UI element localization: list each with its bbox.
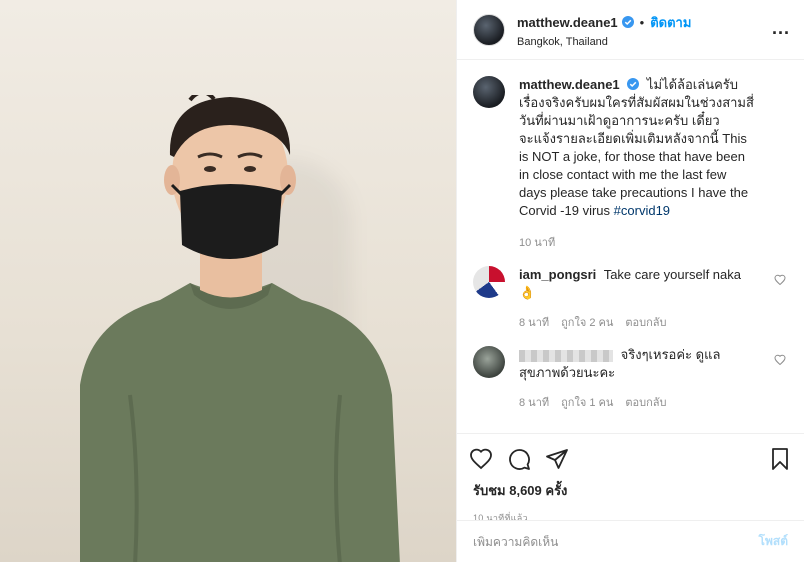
like-comment-heart-icon[interactable] (774, 354, 786, 366)
comment-body: จริงๆเหรอค่ะ ดูแลสุขภาพด้วยนะคะ 8 นาที ถ… (519, 346, 755, 412)
comment-likes[interactable]: ถูกใจ 1 คน (561, 394, 613, 412)
blurred-username (519, 349, 613, 362)
comment-avatar[interactable] (473, 266, 505, 298)
add-comment-bar: โพสต์ (457, 520, 804, 562)
caption-body: matthew.deane1 ไม่ได้ล้อเล่นครับ เรื่องจ… (519, 76, 755, 252)
post-comment-button[interactable]: โพสต์ (759, 532, 788, 551)
author-row: matthew.deane1 • ติดตาม (517, 12, 691, 33)
comment-avatar[interactable] (473, 346, 505, 378)
like-comment-heart-icon[interactable] (774, 274, 786, 286)
add-comment-input[interactable] (473, 534, 759, 549)
share-paper-plane-icon[interactable] (545, 447, 569, 471)
comment-time[interactable]: 8 นาที (519, 314, 549, 332)
comments-section[interactable]: matthew.deane1 ไม่ได้ล้อเล่นครับ เรื่องจ… (457, 60, 804, 434)
save-bookmark-icon[interactable] (768, 447, 792, 471)
caption-username[interactable]: matthew.deane1 (519, 77, 620, 92)
author-info: matthew.deane1 • ติดตาม Bangkok, Thailan… (517, 12, 691, 48)
person-photo (80, 95, 400, 562)
comment-item: จริงๆเหรอค่ะ ดูแลสุขภาพด้วยนะคะ 8 นาที ถ… (473, 346, 788, 412)
author-avatar[interactable] (473, 13, 505, 46)
caption-verified-icon (627, 78, 640, 90)
comment-item: iam_pongsri Take care yourself naka👌 8 น… (473, 266, 788, 332)
post-location[interactable]: Bangkok, Thailand (517, 36, 691, 48)
post-details-panel: matthew.deane1 • ติดตาม Bangkok, Thailan… (456, 0, 804, 562)
comment-body: iam_pongsri Take care yourself naka👌 8 น… (519, 266, 755, 332)
comment-meta: 8 นาที ถูกใจ 2 คน ตอบกลับ (519, 314, 755, 332)
comment-username[interactable]: iam_pongsri (519, 267, 596, 282)
comment-bubble-icon[interactable] (507, 447, 531, 471)
separator-dot: • (639, 14, 645, 30)
reply-button[interactable]: ตอบกลับ (625, 314, 666, 332)
comment-time[interactable]: 8 นาที (519, 394, 549, 412)
comment-likes[interactable]: ถูกใจ 2 คน (561, 314, 613, 332)
comment-meta: 8 นาที ถูกใจ 1 คน ตอบกลับ (519, 394, 755, 412)
like-heart-icon[interactable] (469, 447, 493, 471)
reply-button[interactable]: ตอบกลับ (625, 394, 666, 412)
caption-time[interactable]: 10 นาที (519, 234, 555, 252)
caption-text: ไม่ได้ล้อเล่นครับ เรื่องจริงครับผมใครที่… (519, 77, 754, 218)
author-username[interactable]: matthew.deane1 (517, 15, 618, 30)
post-media[interactable] (0, 0, 456, 562)
more-options-icon[interactable]: ... (772, 18, 790, 39)
follow-button[interactable]: ติดตาม (650, 12, 691, 33)
verified-badge-icon (621, 16, 634, 28)
caption-hashtag[interactable]: #corvid19 (614, 203, 670, 218)
post-actions (457, 434, 804, 484)
caption-avatar[interactable] (473, 76, 505, 108)
post-header: matthew.deane1 • ติดตาม Bangkok, Thailan… (457, 0, 804, 60)
caption-meta: 10 นาที (519, 234, 755, 252)
post-caption: matthew.deane1 ไม่ได้ล้อเล่นครับ เรื่องจ… (473, 76, 788, 252)
